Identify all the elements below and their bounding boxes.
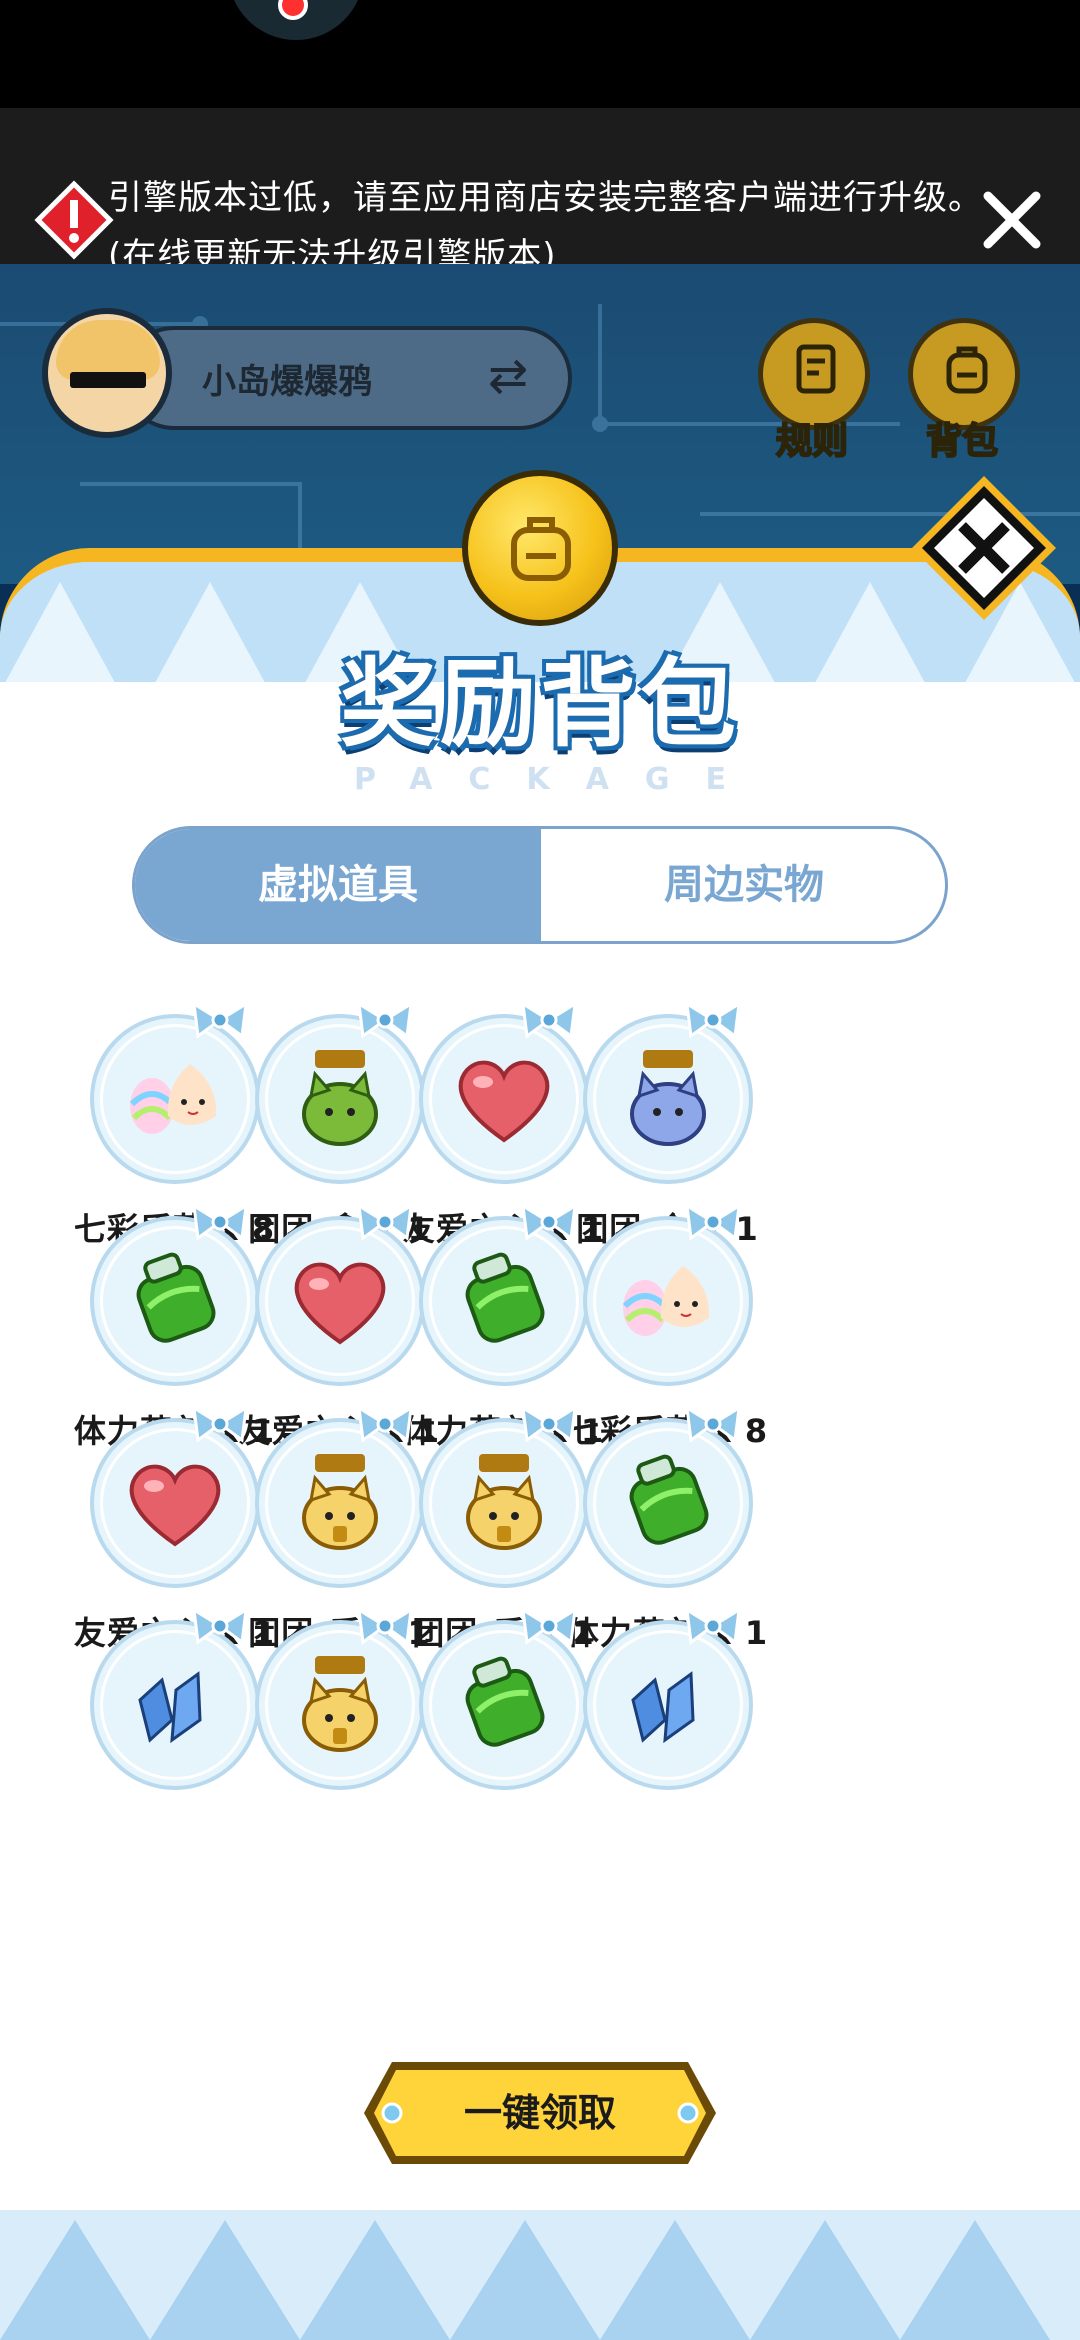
profile-name: 小岛爆爆鸦 xyxy=(202,362,372,402)
mushroom-icon xyxy=(613,1246,723,1356)
claim-all-label: 一键领取 xyxy=(463,2091,616,2135)
modal-title: 奖励背包 xyxy=(340,648,740,760)
warning-text-main: 引擎版本过低，请至应用商店安装完整客户端进行升级。 xyxy=(108,178,983,218)
tab-virtual-items[interactable]: 虚拟道具 xyxy=(135,829,541,941)
backpack-icon xyxy=(946,346,988,394)
tab-physical-items[interactable]: 周边实物 xyxy=(541,829,945,941)
status-top-bar xyxy=(0,0,1080,108)
claim-all-button[interactable]: 一键领取 xyxy=(362,2058,718,2168)
warning-banner: 引擎版本过低，请至应用商店安装完整客户端进行升级。 (在线更新无法升级引擎版本) xyxy=(0,108,1080,264)
document-icon xyxy=(796,344,836,394)
profile-switcher[interactable]: 小岛爆爆鸦 ⇄ xyxy=(42,308,582,438)
ribbon-icon xyxy=(685,1405,741,1443)
swap-icon[interactable]: ⇄ xyxy=(488,348,528,404)
cat-blue-icon xyxy=(613,1044,723,1154)
avatar xyxy=(42,308,172,438)
ribbon-icon xyxy=(685,1001,741,1039)
close-icon[interactable] xyxy=(972,180,1052,260)
ribbon-icon xyxy=(685,1203,741,1241)
bag-coin-icon xyxy=(462,470,618,626)
reward-grid: 七彩盾菇 x 8团团-愈 x 1友爱之心 x 1团团-命 x 1体力药剂 x 1… xyxy=(0,994,1080,2004)
modal-close-button[interactable] xyxy=(906,470,1062,626)
mascot-icon xyxy=(228,0,364,40)
modal-subtitle: PACKAGE xyxy=(353,762,763,797)
ribbon-icon xyxy=(685,1607,741,1645)
tab-bar: 虚拟道具 周边实物 xyxy=(132,826,948,944)
potion-icon xyxy=(613,1448,723,1558)
bottom-triangle-decoration xyxy=(0,2210,1080,2340)
warning-icon xyxy=(34,180,114,260)
warning-text-sub: (在线更新无法升级引擎版本) xyxy=(108,236,557,264)
reward-item[interactable] xyxy=(535,1600,780,1880)
bag-label: 背包 xyxy=(925,420,999,463)
rules-label: 规则 xyxy=(775,420,849,463)
crystal-icon xyxy=(613,1650,723,1760)
